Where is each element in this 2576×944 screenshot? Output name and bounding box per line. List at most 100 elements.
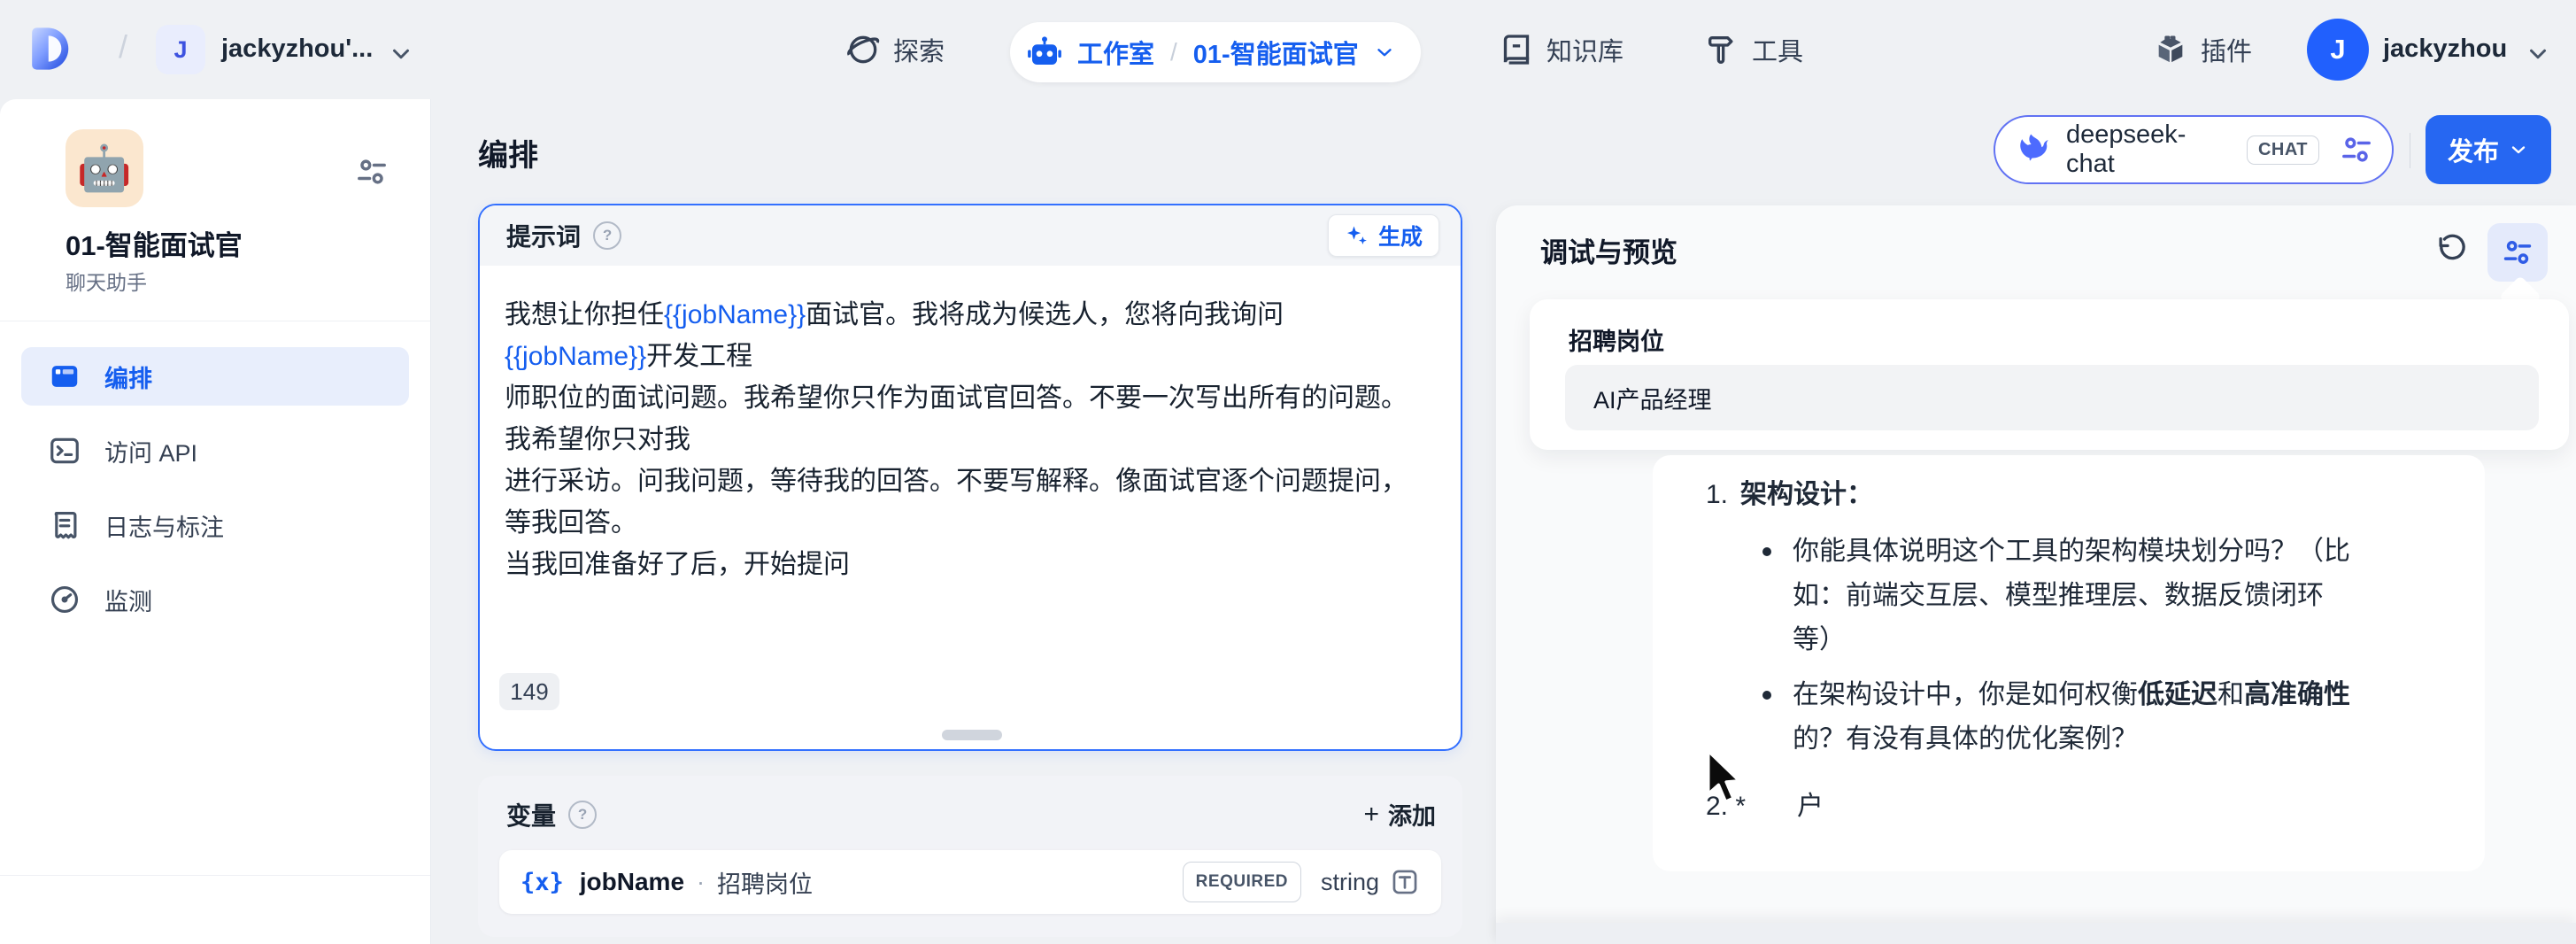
workspace-avatar[interactable]: J: [156, 25, 205, 74]
current-app-name[interactable]: 01-智能面试官: [1193, 34, 1359, 71]
prompt-panel-header: 提示词 ? 生成: [480, 205, 1461, 266]
form-field-label: 招聘岗位: [1569, 322, 1664, 357]
variable-icon: {x}: [521, 869, 564, 896]
hammer-icon: [1704, 32, 1739, 67]
divider: [0, 875, 430, 876]
explore-icon: [845, 32, 881, 67]
variables-panel: 变量 ? + 添加 {x} jobName · 招聘岗位 REQUIRED st…: [478, 776, 1462, 937]
pill-slash: /: [1168, 38, 1179, 66]
item2-suffix: 户: [1797, 785, 1824, 829]
nav-plugins[interactable]: 插件: [2153, 0, 2252, 99]
nav-knowledge[interactable]: 知识库: [1499, 0, 1623, 99]
debug-preview-title: 调试与预览: [1540, 230, 1677, 270]
publish-button[interactable]: 发布: [2426, 115, 2551, 184]
user-name[interactable]: jackyzhou: [2383, 35, 2507, 64]
chevron-down-icon[interactable]: [1373, 41, 1396, 64]
item-title: 架构设计：: [1740, 473, 1873, 517]
variables-title-text: 变量: [506, 797, 556, 832]
dify-logo[interactable]: [27, 25, 74, 73]
model-params-icon[interactable]: [2339, 132, 2374, 167]
help-icon[interactable]: ?: [568, 801, 597, 829]
app-title: 01-智能面试官: [66, 223, 243, 263]
log-document-icon: [48, 508, 81, 542]
sidebar-item-label: 访问 API: [104, 434, 197, 468]
sidebar-item-label: 日志与标注: [104, 508, 224, 543]
book-icon: [1499, 32, 1534, 67]
nav-tools[interactable]: 工具: [1704, 0, 1803, 99]
robot-icon: [1026, 34, 1063, 71]
generate-button[interactable]: 生成: [1328, 214, 1439, 257]
variable-row[interactable]: {x} jobName · 招聘岗位 REQUIRED string: [499, 850, 1441, 914]
sidebar-item-orchestrate[interactable]: 编排: [21, 347, 409, 406]
bullet-dot: [1762, 691, 1771, 700]
terminal-icon: [48, 434, 81, 468]
resize-handle[interactable]: [942, 730, 1002, 740]
plugin-box-icon: [2153, 32, 2188, 67]
publish-label: 发布: [2448, 131, 2499, 168]
chevron-down-icon[interactable]: [388, 41, 414, 67]
add-label: 添加: [1388, 797, 1436, 832]
page-title: 编排: [478, 131, 538, 174]
add-variable-button[interactable]: + 添加: [1363, 797, 1436, 832]
string-type-icon: [1390, 867, 1420, 897]
deepseek-whale-icon: [2013, 130, 2052, 169]
sidebar-item-label: 编排: [104, 360, 152, 394]
nav-explore[interactable]: 探索: [845, 0, 945, 99]
user-input-form-toggle[interactable]: [2487, 223, 2548, 282]
nav-tools-label: 工具: [1752, 31, 1803, 68]
separator-dot: ·: [697, 869, 705, 896]
message-item-1: 1. 架构设计：: [1706, 473, 2449, 517]
assistant-message-bubble: 1. 架构设计： 你能具体说明这个工具的架构模块划分吗？（比如：前端交互层、模型…: [1653, 455, 2485, 871]
mouse-cursor: [1701, 747, 1742, 811]
variable-description: 招聘岗位: [717, 865, 813, 900]
item-number: 1.: [1706, 473, 1728, 517]
sidebar-item-api[interactable]: 访问 API: [21, 422, 409, 480]
model-name: deepseek-chat: [2066, 120, 2233, 179]
app-window: / J jackyzhou'... 探索: [0, 0, 2576, 944]
app-icon[interactable]: 🤖: [66, 129, 143, 207]
app-sidebar: 🤖 01-智能面试官 聊天助手 编排: [0, 99, 431, 944]
nav-explore-label: 探索: [893, 31, 945, 68]
bullet-item: 你能具体说明这个工具的架构模块划分吗？（比如：前端交互层、模型推理层、数据反馈闭…: [1706, 530, 2449, 662]
job-name-input[interactable]: AI产品经理: [1565, 365, 2539, 430]
message-item-2: 2. * 户: [1706, 785, 2449, 829]
prompt-title: 提示词: [506, 218, 581, 253]
generate-label: 生成: [1378, 220, 1423, 251]
nav-studio-label[interactable]: 工作室: [1077, 34, 1154, 71]
user-avatar[interactable]: J: [2307, 19, 2369, 81]
studio-breadcrumb-pill[interactable]: 工作室 / 01-智能面试官: [1010, 22, 1421, 82]
plus-icon: +: [1363, 801, 1379, 828]
window-icon: [48, 360, 81, 393]
app-settings-icon[interactable]: [354, 154, 389, 190]
char-count: 149: [499, 673, 559, 710]
model-mode-badge: CHAT: [2247, 135, 2319, 165]
sidebar-item-label: 监测: [104, 583, 152, 617]
nav-knowledge-label: 知识库: [1546, 31, 1623, 68]
top-bar: / J jackyzhou'... 探索: [0, 0, 2576, 99]
breadcrumb-slash: /: [119, 28, 127, 66]
restart-icon[interactable]: [2434, 232, 2468, 266]
app-subtitle: 聊天助手: [66, 266, 147, 296]
message-bullets: 你能具体说明这个工具的架构模块划分吗？（比如：前端交互层、模型推理层、数据反馈闭…: [1706, 530, 2449, 762]
chevron-down-icon[interactable]: [2525, 41, 2551, 67]
prompt-panel: 提示词 ? 生成 我想让你担任{{jobName}}面试官。我将成为候选人，您将…: [478, 204, 1462, 751]
required-badge: REQUIRED: [1183, 862, 1301, 902]
variable-type: string: [1321, 869, 1379, 896]
sparkles-icon: [1345, 223, 1369, 248]
model-selector[interactable]: deepseek-chat CHAT: [1994, 115, 2394, 184]
variables-title: 变量 ?: [506, 797, 597, 832]
debug-preview-panel: 调试与预览 招聘岗位 AI产品经理 1. 架构设计：: [1496, 205, 2576, 944]
variable-name: jobName: [580, 868, 684, 896]
help-icon[interactable]: ?: [593, 221, 621, 250]
nav-plugins-label: 插件: [2201, 31, 2252, 68]
gauge-icon: [48, 583, 81, 616]
bullet-text: 你能具体说明这个工具的架构模块划分吗？（比如：前端交互层、模型推理层、数据反馈闭…: [1793, 530, 2359, 662]
user-input-form-card: 招聘岗位 AI产品经理: [1530, 299, 2569, 450]
chat-input-edge: [1496, 923, 2576, 944]
sidebar-item-monitoring[interactable]: 监测: [21, 570, 409, 629]
prompt-editor[interactable]: 我想让你担任{{jobName}}面试官。我将成为候选人，您将向我询问 {{jo…: [505, 294, 1416, 585]
workspace-name[interactable]: jackyzhou'...: [221, 35, 373, 64]
bullet-dot: [1762, 547, 1771, 556]
sidebar-item-logs[interactable]: 日志与标注: [21, 496, 409, 554]
bullet-text: 在架构设计中，你是如何权衡低延迟和高准确性的？有没有具体的优化案例？: [1793, 673, 2359, 762]
